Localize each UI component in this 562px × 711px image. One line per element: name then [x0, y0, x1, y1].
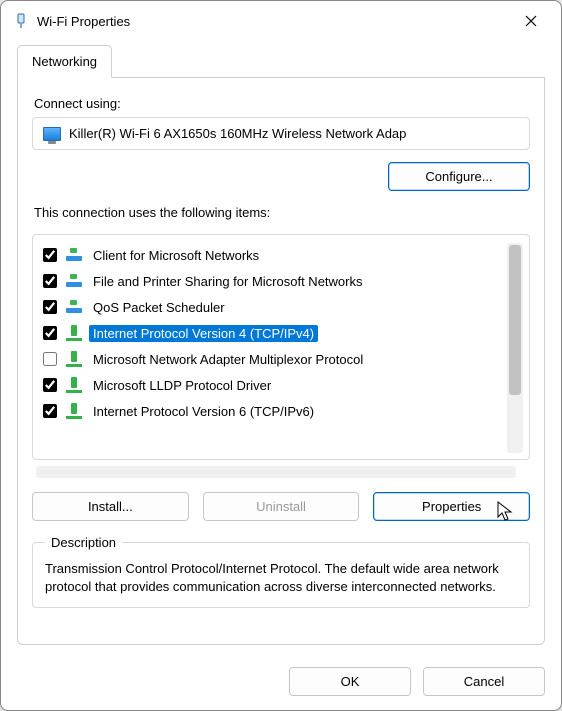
item-checkbox[interactable]	[43, 378, 57, 392]
tab-networking[interactable]: Networking	[17, 45, 112, 78]
configure-button[interactable]: Configure...	[388, 162, 530, 191]
item-label: QoS Packet Scheduler	[89, 299, 229, 316]
close-icon	[525, 15, 537, 27]
adapter-field[interactable]: Killer(R) Wi-Fi 6 AX1650s 160MHz Wireles…	[32, 117, 530, 150]
tab-strip: Networking	[17, 45, 545, 78]
scrollbar-thumb[interactable]	[509, 245, 521, 395]
protocol-icon	[65, 376, 83, 394]
item-label: Microsoft LLDP Protocol Driver	[89, 377, 275, 394]
description-group: Description Transmission Control Protoco…	[32, 535, 530, 608]
connection-items-list[interactable]: Client for Microsoft Networks File and Pr…	[39, 241, 503, 455]
connection-item[interactable]: File and Printer Sharing for Microsoft N…	[41, 269, 501, 293]
protocol-icon	[65, 350, 83, 368]
item-label: Microsoft Network Adapter Multiplexor Pr…	[89, 351, 367, 368]
dialog-footer: OK Cancel	[1, 657, 561, 710]
items-list-label: This connection uses the following items…	[34, 205, 530, 220]
connection-item[interactable]: Microsoft LLDP Protocol Driver	[41, 373, 501, 397]
install-button[interactable]: Install...	[32, 492, 189, 521]
network-adapter-title-icon	[13, 13, 29, 29]
service-icon	[65, 298, 83, 316]
adapter-icon	[43, 127, 61, 141]
uninstall-button: Uninstall	[203, 492, 360, 521]
adapter-name: Killer(R) Wi-Fi 6 AX1650s 160MHz Wireles…	[69, 126, 406, 141]
cancel-button[interactable]: Cancel	[423, 667, 545, 696]
item-checkbox[interactable]	[43, 404, 57, 418]
connect-using-label: Connect using:	[34, 96, 530, 111]
connection-item[interactable]: QoS Packet Scheduler	[41, 295, 501, 319]
items-horizontal-scrollbar[interactable]	[36, 466, 516, 478]
description-text: Transmission Control Protocol/Internet P…	[45, 560, 517, 595]
items-scrollbar[interactable]	[507, 243, 523, 453]
connection-item[interactable]: Internet Protocol Version 4 (TCP/IPv4)	[41, 321, 501, 345]
connection-items-box: Client for Microsoft Networks File and Pr…	[32, 234, 530, 460]
window-title: Wi-Fi Properties	[37, 14, 509, 29]
close-button[interactable]	[509, 6, 553, 36]
properties-button[interactable]: Properties	[373, 492, 530, 521]
item-label: Client for Microsoft Networks	[89, 247, 263, 264]
item-checkbox[interactable]	[43, 274, 57, 288]
service-icon	[65, 246, 83, 264]
protocol-icon	[65, 324, 83, 342]
networking-panel: Connect using: Killer(R) Wi-Fi 6 AX1650s…	[17, 78, 545, 645]
protocol-icon	[65, 402, 83, 420]
service-icon	[65, 272, 83, 290]
description-legend: Description	[45, 535, 122, 550]
item-checkbox[interactable]	[43, 248, 57, 262]
item-label: File and Printer Sharing for Microsoft N…	[89, 273, 366, 290]
titlebar: Wi-Fi Properties	[1, 1, 561, 41]
item-label: Internet Protocol Version 6 (TCP/IPv6)	[89, 403, 318, 420]
item-label: Internet Protocol Version 4 (TCP/IPv4)	[89, 325, 318, 342]
ok-button[interactable]: OK	[289, 667, 411, 696]
connection-item[interactable]: Internet Protocol Version 6 (TCP/IPv6)	[41, 399, 501, 423]
connection-item[interactable]: Client for Microsoft Networks	[41, 243, 501, 267]
item-checkbox[interactable]	[43, 300, 57, 314]
wifi-properties-window: Wi-Fi Properties Networking Connect usin…	[0, 0, 562, 711]
item-checkbox[interactable]	[43, 326, 57, 340]
connection-item[interactable]: Microsoft Network Adapter Multiplexor Pr…	[41, 347, 501, 371]
item-checkbox[interactable]	[43, 352, 57, 366]
